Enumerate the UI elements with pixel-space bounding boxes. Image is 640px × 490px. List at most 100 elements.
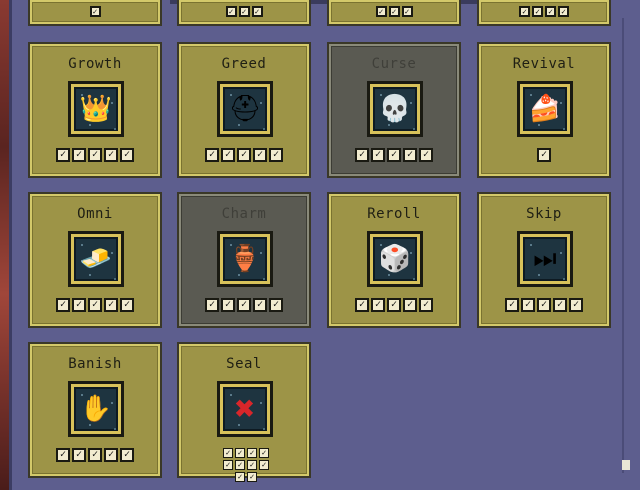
rank-check-icon: ✓ [251,6,263,17]
powerup-title: Skip [526,206,562,222]
rank-check-icon: ✓ [537,298,551,312]
icon-frame: ✖ [217,381,273,437]
rank-check-icon: ✓ [375,6,387,17]
rank-check-icon: ✓ [235,472,245,482]
rank-check-icon: ✓ [558,6,569,17]
powerup-title: Growth [68,56,122,72]
rank-check-icon: ✓ [247,472,257,482]
powerup-card-partial[interactable]: ✓ [28,0,162,26]
powerup-card-curse[interactable]: Curse 💀 ✓ ✓ ✓ ✓ ✓ [327,42,461,178]
rank-check-icon: ✓ [205,148,219,162]
powerup-card-skip[interactable]: Skip ⏭ ✓ ✓ ✓ ✓ ✓ [477,192,611,328]
rank-check-icon: ✓ [537,148,551,162]
rank-check-icon: ✓ [72,448,86,462]
powerup-card-seal[interactable]: Seal ✖ ✓ ✓ ✓ ✓ ✓ ✓ ✓ ✓ ✓ ✓ [177,342,311,482]
rank-check-icon: ✓ [235,460,245,470]
rank-check-icon: ✓ [403,298,417,312]
rank-check-icon: ✓ [419,298,433,312]
dice-icon: 🎲 [378,244,412,274]
rank-check-icon: ✓ [205,298,219,312]
rank-check-icon: ✓ [238,6,250,17]
icon-frame: ✋ [68,381,124,437]
rank-check-icon: ✓ [371,298,385,312]
rank-check-icon: ✓ [56,448,70,462]
left-edge-border [9,0,12,490]
powerup-title: Curse [371,56,417,72]
powerup-card-growth[interactable]: Growth 👑 ✓ ✓ ✓ ✓ ✓ [28,42,162,178]
icon-frame: 🏺 [217,231,273,287]
scrollbar-track[interactable] [622,18,630,473]
rank-check-icon: ✓ [269,148,283,162]
rank-check-icon: ✓ [355,298,369,312]
rank-check-icon: ✓ [545,6,556,17]
powerup-card-greed[interactable]: Greed ⛑ ✓ ✓ ✓ ✓ ✓ [177,42,311,178]
rank-check-icon: ✓ [237,298,251,312]
rank-check-icon: ✓ [104,448,118,462]
icon-frame: 💀 [367,81,423,137]
powerup-title: Charm [221,206,267,222]
red-arrow-icon: ⏭ [533,244,557,274]
rank-checks: ✓ ✓ ✓ ✓ ✓ ✓ ✓ ✓ ✓ ✓ [220,448,272,482]
rank-check-icon: ✓ [387,298,401,312]
powerup-title: Reroll [367,206,421,222]
powerup-card-partial[interactable]: ✓ ✓ ✓ ✓ [477,0,611,26]
scrollbar-thumb[interactable] [622,460,630,470]
rank-checks: ✓ ✓ ✓ ✓ ✓ [30,148,160,162]
rank-check-icon: ✓ [72,148,86,162]
rank-check-icon: ✓ [56,298,70,312]
rank-check-icon: ✓ [569,298,583,312]
rank-check-icon: ✓ [223,448,233,458]
rank-check-icon: ✓ [221,148,235,162]
rank-checks: ✓ ✓ ✓ [179,6,309,17]
rank-check-icon: ✓ [505,298,519,312]
powerup-card-banish[interactable]: Banish ✋ ✓ ✓ ✓ ✓ ✓ [28,342,162,478]
icon-frame: 🧈 [68,231,124,287]
rank-checks: ✓ ✓ ✓ ✓ ✓ [179,298,309,312]
rank-check-icon: ✓ [88,148,102,162]
rank-checks: ✓ ✓ ✓ [329,6,459,17]
rank-check-icon: ✓ [89,6,101,17]
rank-checks: ✓ ✓ ✓ ✓ ✓ [30,448,160,462]
powerup-title: Revival [512,56,576,72]
rank-checks: ✓ [479,148,609,162]
rank-checks: ✓ ✓ ✓ ✓ ✓ [30,298,160,312]
powerup-card-omni[interactable]: Omni 🧈 ✓ ✓ ✓ ✓ ✓ [28,192,162,328]
rank-check-icon: ✓ [355,148,369,162]
powerup-card-reroll[interactable]: Reroll 🎲 ✓ ✓ ✓ ✓ ✓ [327,192,461,328]
rank-check-icon: ✓ [253,148,267,162]
rank-check-icon: ✓ [235,448,245,458]
powerup-card-partial[interactable]: ✓ ✓ ✓ [327,0,461,26]
rank-checks: ✓ ✓ ✓ ✓ ✓ [329,298,459,312]
rank-check-icon: ✓ [221,298,235,312]
rank-check-icon: ✓ [120,298,134,312]
rank-check-icon: ✓ [88,448,102,462]
rank-checks: ✓ ✓ ✓ ✓ [479,6,609,17]
rank-check-icon: ✓ [104,298,118,312]
rank-check-icon: ✓ [225,6,237,17]
skull-icon: 💀 [378,94,412,124]
powerup-title: Greed [221,56,267,72]
rank-check-icon: ✓ [72,298,86,312]
rank-check-icon: ✓ [120,448,134,462]
rank-check-icon: ✓ [259,448,269,458]
rank-check-icon: ✓ [104,148,118,162]
icon-frame: ⛑ [217,81,273,137]
rank-checks: ✓ ✓ ✓ ✓ ✓ [479,298,609,312]
cake-icon: 🍰 [528,94,562,124]
rank-check-icon: ✓ [253,298,267,312]
rank-check-icon: ✓ [223,460,233,470]
powerup-card-partial[interactable]: ✓ ✓ ✓ [177,0,311,26]
red-x-icon: ✖ [234,389,256,429]
rank-check-icon: ✓ [387,148,401,162]
rank-check-icon: ✓ [269,298,283,312]
powerup-card-revival[interactable]: Revival 🍰 ✓ [477,42,611,178]
rank-check-icon: ✓ [88,298,102,312]
rank-checks: ✓ ✓ ✓ ✓ ✓ [329,148,459,162]
rank-check-icon: ✓ [388,6,400,17]
rank-check-icon: ✓ [519,6,530,17]
rank-check-icon: ✓ [120,148,134,162]
crown-icon: 👑 [79,94,113,124]
powerup-card-charm[interactable]: Charm 🏺 ✓ ✓ ✓ ✓ ✓ [177,192,311,328]
gold-bar-icon: 🧈 [79,244,113,274]
powerup-title: Omni [77,206,113,222]
